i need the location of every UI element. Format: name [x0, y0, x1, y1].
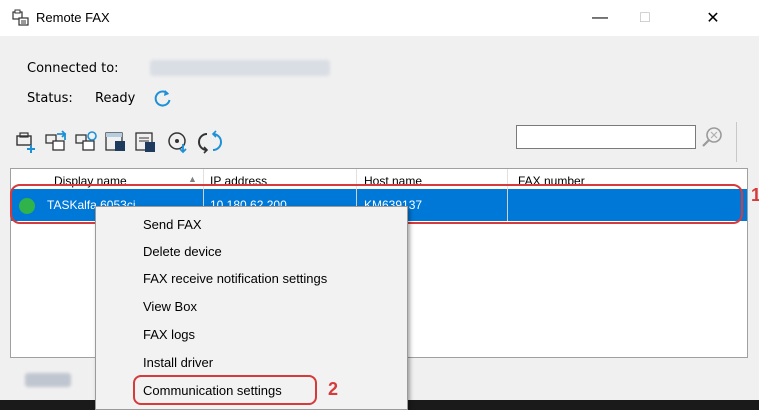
menu-highlight-annotation — [133, 375, 317, 405]
close-button[interactable]: ✕ — [690, 0, 736, 36]
communication-settings-icon[interactable] — [134, 130, 158, 154]
minimize-button[interactable]: — — [577, 0, 623, 36]
connected-device-redacted — [150, 60, 330, 76]
search-input[interactable] — [516, 125, 696, 149]
statusbar-redacted — [25, 373, 71, 387]
status-value: Ready — [95, 91, 136, 106]
refresh-all-icon[interactable] — [198, 130, 222, 154]
title-bar: Remote FAX — □ ✕ — [0, 0, 759, 36]
search-icon[interactable] — [699, 124, 725, 150]
menu-item-send-fax[interactable]: Send FAX — [143, 217, 202, 232]
menu-item-install-driver[interactable]: Install driver — [143, 355, 213, 370]
sort-ascending-icon: ▲ — [188, 174, 197, 184]
status-label: Status: — [27, 91, 73, 106]
remote-fax-icon — [12, 9, 30, 27]
step-marker-1: 1 — [751, 185, 759, 205]
fax-receive-icon[interactable] — [74, 130, 98, 154]
install-driver-icon[interactable] — [166, 130, 190, 154]
menu-item-fax-receive-notification[interactable]: FAX receive notification settings — [143, 271, 327, 286]
maximize-button[interactable]: □ — [622, 0, 668, 36]
toolbar-divider — [736, 122, 737, 162]
step-marker-2: 2 — [328, 379, 339, 399]
send-fax-icon[interactable] — [44, 130, 68, 154]
connected-to-label: Connected to: — [27, 61, 119, 76]
menu-item-fax-logs[interactable]: FAX logs — [143, 327, 195, 342]
refresh-icon[interactable] — [153, 88, 173, 108]
menu-item-delete-device[interactable]: Delete device — [143, 244, 222, 259]
menu-item-view-box[interactable]: View Box — [143, 299, 197, 314]
fax-logs-icon[interactable] — [104, 130, 128, 154]
add-device-icon[interactable] — [14, 130, 38, 154]
window-title: Remote FAX — [36, 10, 110, 25]
